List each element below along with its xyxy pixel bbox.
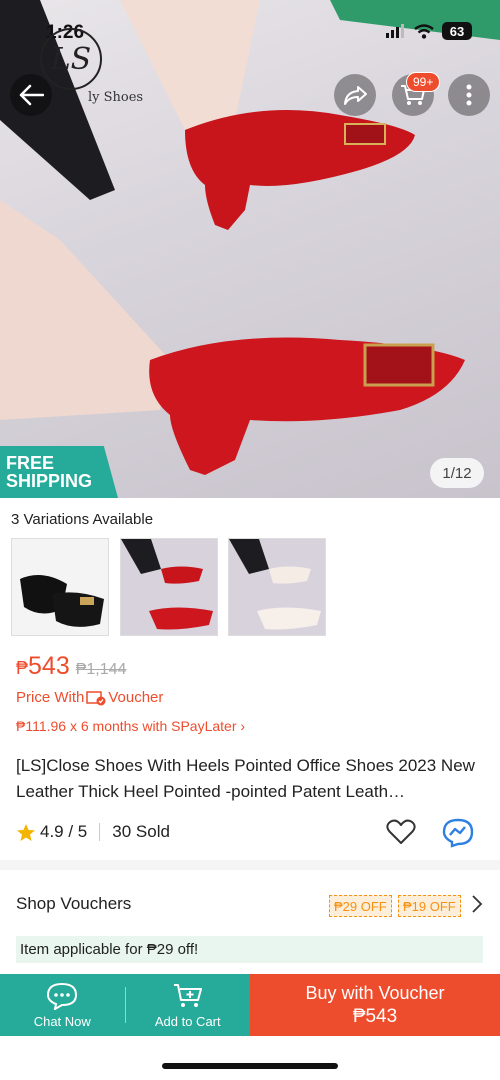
bottom-action-bar: Chat Now Add to Cart Buy with Voucher ₱5… — [0, 974, 500, 1036]
free-shipping-badge: FREE SHIPPING — [0, 446, 118, 498]
voucher-tag-29[interactable]: ₱29 OFF — [329, 895, 392, 917]
more-icon — [466, 84, 472, 106]
voucher-tag-19[interactable]: ₱19 OFF — [398, 895, 461, 917]
messenger-icon — [442, 818, 474, 848]
spaylater-installment[interactable]: ₱111.96 x 6 months with SPayLater › — [16, 718, 245, 734]
add-cart-icon — [173, 983, 202, 1007]
variation-thumb-image — [229, 539, 325, 635]
chat-icon — [47, 982, 78, 1010]
rating-divider — [99, 823, 101, 841]
original-price: ₱1,144 — [75, 661, 127, 678]
buy-with-voucher-button[interactable]: Buy with Voucher ₱543 — [250, 974, 500, 1036]
current-price-value: 543 — [28, 652, 70, 680]
voucher-suffix: Voucher — [108, 689, 164, 706]
free-shipping-line2: SHIPPING — [6, 471, 93, 491]
buy-with-voucher-label: Buy with Voucher — [305, 982, 445, 1003]
section-divider — [0, 860, 500, 870]
variation-thumb-image — [121, 539, 217, 635]
chevron-right-icon[interactable] — [470, 894, 484, 914]
wifi-icon — [414, 23, 434, 39]
status-icons: 63 — [386, 22, 472, 40]
voucher-icon — [86, 690, 106, 705]
variation-thumb-white[interactable] — [228, 538, 326, 636]
rating-row[interactable]: 4.9 / 5 30 Sold — [16, 822, 170, 842]
star-icon — [17, 823, 35, 841]
voucher-prefix: Price With — [16, 689, 85, 706]
messenger-share-button[interactable] — [442, 818, 474, 853]
buy-with-voucher-amount: ₱543 — [352, 1005, 398, 1027]
add-to-cart-label: Add to Cart — [154, 1013, 221, 1029]
heart-icon — [386, 819, 416, 844]
chat-now-label: Chat Now — [33, 1013, 91, 1029]
chevron-right-icon: › — [240, 718, 246, 734]
cart-count-badge: 99+ — [406, 72, 441, 92]
variation-thumb-image — [12, 539, 108, 635]
battery-icon: 63 — [442, 22, 472, 40]
product-title: [LS]Close Shoes With Heels Pointed Offic… — [16, 756, 475, 801]
home-indicator[interactable] — [162, 1063, 338, 1069]
back-button[interactable] — [10, 74, 52, 116]
signal-icon — [386, 24, 404, 38]
shop-vouchers-label[interactable]: Shop Vouchers — [16, 894, 131, 914]
variation-thumb-black[interactable] — [11, 538, 109, 636]
paylater-brand: SPayLater — [171, 718, 237, 734]
chat-now-button[interactable]: Chat Now — [0, 974, 125, 1036]
brand-logo-text: ly Shoes — [88, 90, 144, 105]
like-button[interactable] — [386, 818, 416, 851]
share-icon — [344, 86, 367, 105]
share-button[interactable] — [334, 74, 376, 116]
image-counter: 1/12 — [430, 458, 484, 488]
current-price: ₱543 — [16, 652, 70, 681]
price-with-voucher[interactable]: Price With Voucher — [16, 689, 163, 706]
paylater-text: ₱111.96 x 6 months with — [16, 718, 168, 734]
back-arrow-icon — [19, 84, 44, 106]
brand-logo: LS — [40, 28, 102, 90]
variations-label: 3 Variations Available — [11, 511, 154, 528]
brand-logo-letters: LS — [50, 41, 92, 77]
voucher-info-banner: Item applicable for ₱29 off! — [16, 936, 483, 963]
price-row: ₱543 ₱1,144 — [16, 652, 126, 681]
free-shipping-line1: FREE — [6, 453, 55, 473]
add-to-cart-button[interactable]: Add to Cart — [126, 974, 251, 1036]
variation-thumb-red[interactable] — [120, 538, 218, 636]
currency-symbol: ₱ — [16, 658, 29, 678]
rating-value: 4.9 / 5 — [40, 822, 88, 841]
more-options-button[interactable] — [448, 74, 490, 116]
sold-count: 30 Sold — [112, 822, 170, 841]
bottom-secondary-actions: Chat Now Add to Cart — [0, 974, 250, 1036]
